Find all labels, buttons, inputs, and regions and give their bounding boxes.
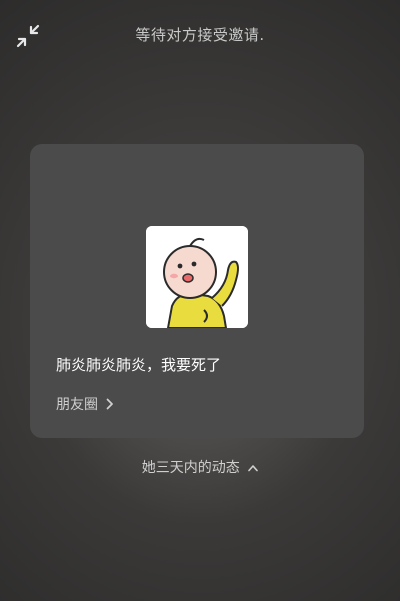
moments-card: 肺炎肺炎肺炎，我要死了 朋友圈	[30, 144, 364, 438]
post-text: 肺炎肺炎肺炎，我要死了	[56, 356, 222, 374]
post-image[interactable]	[146, 226, 248, 328]
call-status-text: 等待对方接受邀请.	[135, 26, 265, 44]
recent-moments-label: 她三天内的动态	[141, 460, 240, 476]
recent-moments-toggle[interactable]: 她三天内的动态	[0, 457, 400, 477]
chevron-right-icon	[106, 398, 113, 410]
chevron-up-icon	[248, 465, 259, 472]
cartoon-baby-image	[146, 226, 248, 328]
moments-link[interactable]: 朋友圈	[56, 394, 114, 414]
moments-label: 朋友圈	[56, 397, 98, 413]
